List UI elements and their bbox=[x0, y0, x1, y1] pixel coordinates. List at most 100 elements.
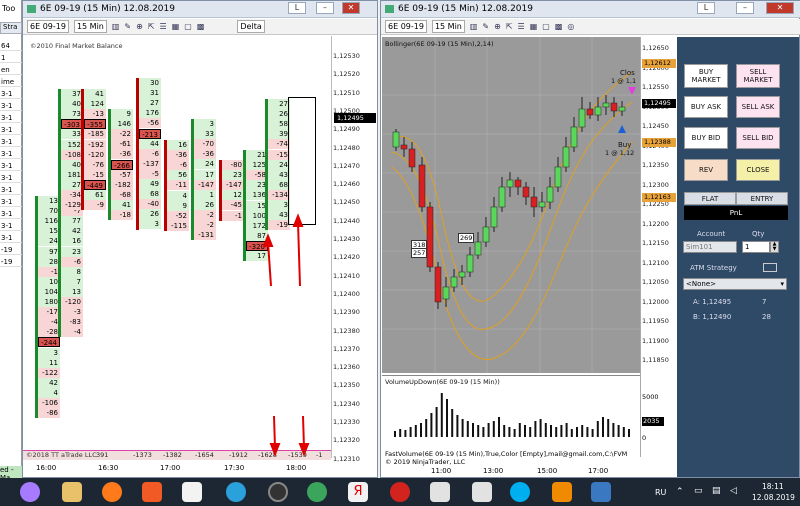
pencil-icon[interactable]: ✎ bbox=[124, 22, 131, 31]
list-icon[interactable]: ☰ bbox=[160, 22, 167, 31]
instrument-selector[interactable]: 6E 09-19 bbox=[27, 20, 69, 33]
qty-stepper[interactable]: ▲ ▼ bbox=[770, 241, 779, 253]
window-restore-button[interactable]: L bbox=[288, 2, 306, 14]
sell-ask-button[interactable]: SELL ASK bbox=[736, 96, 780, 118]
volume-icon[interactable]: ◁ bbox=[730, 486, 737, 496]
volume-bar bbox=[628, 429, 630, 437]
target-icon[interactable]: ◎ bbox=[567, 22, 574, 31]
bars-icon[interactable]: ▦ bbox=[530, 22, 538, 31]
interval-selector[interactable]: 15 Min bbox=[73, 20, 107, 33]
price-tick-label: 1,12440 bbox=[333, 216, 360, 225]
flat-tab[interactable]: FLAT bbox=[684, 192, 736, 205]
buy-bid-button[interactable]: BUY BID bbox=[684, 127, 728, 149]
qty-label: Qty bbox=[752, 230, 765, 238]
price-tick-label: 1,12650 bbox=[642, 44, 669, 52]
ask-size: 7 bbox=[762, 298, 767, 306]
price-tick-label: 1,12300 bbox=[642, 180, 669, 189]
clock-date[interactable]: 12.08.2019 bbox=[752, 493, 795, 502]
volume-bar bbox=[498, 417, 500, 437]
box-icon[interactable]: ▢ bbox=[184, 22, 192, 31]
alice-assistant-icon[interactable] bbox=[20, 482, 40, 502]
grid-icon[interactable]: ▩ bbox=[197, 22, 205, 31]
cursor-icon[interactable]: ⇱ bbox=[148, 22, 155, 31]
candle-up bbox=[392, 131, 400, 148]
price-tick-label: 1,12380 bbox=[333, 326, 360, 335]
background-window-tab[interactable]: Stra bbox=[0, 22, 22, 34]
pnl-display: PnL bbox=[684, 206, 788, 220]
tray-chevron-icon[interactable]: ⌃ bbox=[676, 487, 684, 497]
skype-icon[interactable] bbox=[510, 482, 530, 502]
clock-time[interactable]: 18:11 bbox=[762, 482, 784, 491]
lower-band-marker: 1,12163 bbox=[642, 193, 676, 202]
box-icon[interactable]: ▢ bbox=[542, 22, 550, 31]
instrument-selector[interactable]: 6E 09-19 bbox=[385, 20, 427, 33]
reverse-button[interactable]: REV bbox=[684, 159, 728, 181]
zoom-icon[interactable]: ⊕ bbox=[494, 22, 501, 31]
chrome-icon[interactable] bbox=[307, 482, 327, 502]
volume-bar bbox=[430, 413, 433, 437]
qty-input[interactable]: 1 bbox=[742, 241, 770, 253]
sell-market-label: SELL MARKET bbox=[743, 68, 773, 84]
delta-selector[interactable]: Delta bbox=[237, 20, 265, 33]
zoom-icon[interactable]: ⊕ bbox=[136, 22, 143, 31]
window-minimize-button[interactable]: – bbox=[316, 2, 334, 14]
bar-type-icon[interactable]: ▥ bbox=[470, 22, 478, 31]
calculator-icon[interactable] bbox=[472, 482, 492, 502]
close-annotation: Clos bbox=[620, 69, 635, 77]
language-indicator[interactable]: RU bbox=[655, 488, 666, 497]
volume-bar bbox=[570, 429, 573, 437]
buy-ask-button[interactable]: BUY ASK bbox=[684, 96, 728, 118]
candle-up bbox=[498, 186, 506, 208]
atm-strategy-label: ATM Strategy bbox=[690, 264, 737, 272]
window-close-button[interactable]: ✕ bbox=[342, 2, 360, 14]
left-current-price: 1,12495 bbox=[334, 113, 376, 123]
time-tick-label: 17:00 bbox=[160, 464, 181, 472]
avast-icon[interactable] bbox=[142, 482, 162, 502]
atm-settings-button[interactable] bbox=[763, 263, 777, 272]
entry-tab[interactable]: ENTRY bbox=[736, 192, 788, 205]
ninjatrader-icon[interactable] bbox=[182, 482, 202, 502]
close-position-button[interactable]: CLOSE bbox=[736, 159, 780, 181]
folder-icon[interactable] bbox=[62, 482, 82, 502]
atm-strategy-select[interactable]: <None> ▾ bbox=[683, 278, 787, 290]
calendar-icon[interactable] bbox=[430, 482, 450, 502]
network-icon[interactable]: ▭ bbox=[694, 486, 703, 496]
window-close-button[interactable]: ✕ bbox=[766, 2, 794, 14]
telegram-icon[interactable] bbox=[226, 482, 246, 502]
entry-label: ENTRY bbox=[750, 194, 774, 203]
circle-app-icon[interactable] bbox=[268, 482, 288, 502]
candle-down bbox=[418, 164, 426, 208]
list-icon[interactable]: ☰ bbox=[518, 22, 525, 31]
price-tick-label: 1,12150 bbox=[642, 239, 669, 247]
window-minimize-button[interactable]: – bbox=[736, 2, 754, 14]
volume-bar bbox=[513, 429, 516, 437]
printer-icon[interactable]: ▤ bbox=[712, 486, 721, 496]
opera-icon[interactable] bbox=[390, 482, 410, 502]
bid-size: 28 bbox=[762, 313, 771, 321]
window-restore-button[interactable]: L bbox=[697, 2, 715, 14]
volume-bar bbox=[607, 419, 610, 437]
cursor-icon[interactable]: ⇱ bbox=[506, 22, 513, 31]
bar-type-icon[interactable]: ▥ bbox=[112, 22, 120, 31]
sell-market-button[interactable]: SELL MARKET bbox=[736, 64, 780, 88]
grid-icon[interactable]: ▩ bbox=[555, 22, 563, 31]
vlc-icon[interactable] bbox=[552, 482, 572, 502]
candle-up bbox=[578, 108, 586, 128]
candle-up bbox=[482, 226, 490, 243]
background-row: 1 bbox=[0, 54, 22, 63]
bars-icon[interactable]: ▦ bbox=[172, 22, 180, 31]
firefox-icon[interactable] bbox=[102, 482, 122, 502]
volume-bar bbox=[451, 409, 454, 437]
candle-down bbox=[522, 186, 530, 198]
volume-bar bbox=[409, 427, 412, 437]
interval-selector[interactable]: 15 Min bbox=[431, 20, 465, 33]
pencil-icon[interactable]: ✎ bbox=[482, 22, 489, 31]
buy-arrow-icon bbox=[618, 125, 626, 133]
yandex-browser-icon[interactable]: Я bbox=[348, 482, 368, 502]
price-tick-label: 1,12520 bbox=[333, 70, 360, 79]
app-icon[interactable] bbox=[591, 482, 611, 502]
account-select[interactable]: Sim101 bbox=[683, 241, 737, 253]
sell-bid-button[interactable]: SELL BID bbox=[736, 127, 780, 149]
background-row: 3-1 bbox=[0, 210, 22, 219]
buy-market-button[interactable]: BUY MARKET bbox=[684, 64, 728, 88]
